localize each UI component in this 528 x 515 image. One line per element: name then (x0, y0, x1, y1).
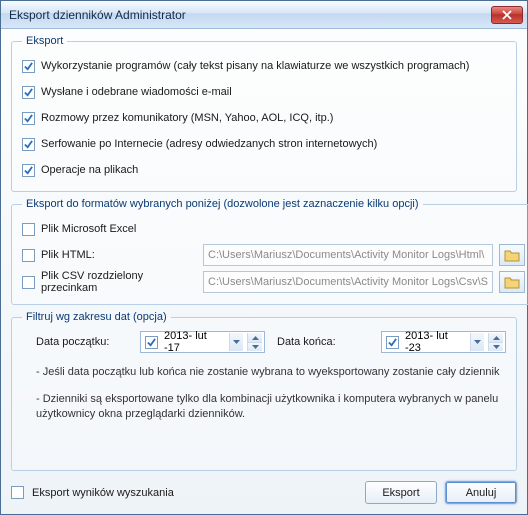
label-html: Plik HTML: (41, 249, 95, 261)
checkbox-export-results[interactable] (11, 486, 24, 499)
label-im: Rozmowy przez komunikatory (MSN, Yahoo, … (41, 112, 333, 124)
row-usage: Wykorzystanie programów (cały tekst pisa… (22, 55, 506, 77)
start-date-field[interactable]: 2013- lut -17 (140, 331, 265, 353)
start-date-up[interactable] (248, 333, 262, 342)
checkbox-csv[interactable] (22, 276, 35, 289)
end-date-label: Data końca: (277, 336, 369, 348)
end-date-up[interactable] (489, 333, 503, 342)
date-note-2: - Dzienniki są eksportowane tylko dla ko… (22, 390, 506, 424)
browse-html-button[interactable] (499, 244, 525, 266)
chevron-down-icon (252, 345, 259, 349)
start-date-spinner (247, 333, 262, 351)
start-date-value: 2013- lut -17 (162, 330, 225, 354)
checkbox-usage[interactable] (22, 60, 35, 73)
chevron-down-icon (233, 340, 240, 344)
window-title: Eksport dzienników Administrator (9, 8, 491, 22)
checkbox-excel[interactable] (22, 223, 35, 236)
chevron-up-icon (493, 336, 500, 340)
folder-icon (504, 275, 520, 289)
group-formats-legend: Eksport do formatów wybranych poniżej (d… (22, 198, 423, 210)
row-html: Plik HTML: C:\Users\Mariusz\Documents\Ac… (22, 244, 525, 266)
label-web: Serfowanie po Internecie (adresy odwiedz… (41, 138, 377, 150)
csv-path-text: C:\Users\Mariusz\Documents\Activity Moni… (208, 276, 488, 288)
group-export-legend: Eksport (22, 35, 67, 47)
group-dates-legend: Filtruj wg zakresu dat (opcja) (22, 311, 171, 323)
chevron-down-icon (474, 340, 481, 344)
group-formats: Eksport do formatów wybranych poniżej (d… (11, 198, 528, 305)
row-files: Operacje na plikach (22, 159, 506, 181)
close-icon (502, 10, 512, 20)
chevron-up-icon (252, 336, 259, 340)
html-path-input[interactable]: C:\Users\Mariusz\Documents\Activity Moni… (203, 244, 493, 266)
start-date-dropdown[interactable] (229, 333, 243, 351)
label-files: Operacje na plikach (41, 164, 138, 176)
group-export: Eksport Wykorzystanie programów (cały te… (11, 35, 517, 192)
export-button[interactable]: Eksport (365, 481, 437, 504)
dialog-body: Eksport Wykorzystanie programów (cały te… (1, 29, 527, 514)
row-im: Rozmowy przez komunikatory (MSN, Yahoo, … (22, 107, 506, 129)
checkbox-email[interactable] (22, 86, 35, 99)
start-date-down[interactable] (248, 342, 262, 351)
csv-path-input[interactable]: C:\Users\Mariusz\Documents\Activity Moni… (203, 271, 493, 293)
group-dates: Filtruj wg zakresu dat (opcja) Data pocz… (11, 311, 517, 471)
row-csv: Plik CSV rozdzielony przecinkam C:\Users… (22, 270, 525, 294)
label-export-results: Eksport wyników wyszukania (32, 487, 174, 499)
label-usage: Wykorzystanie programów (cały tekst pisa… (41, 60, 469, 72)
checkbox-start-date[interactable] (145, 336, 158, 349)
checkbox-files[interactable] (22, 164, 35, 177)
checkbox-im[interactable] (22, 112, 35, 125)
checkbox-html[interactable] (22, 249, 35, 262)
close-button[interactable] (491, 6, 523, 24)
folder-icon (504, 248, 520, 262)
start-date-label: Data początku: (36, 336, 128, 348)
footer: Eksport wyników wyszukania Eksport Anulu… (11, 477, 517, 504)
browse-csv-button[interactable] (499, 271, 525, 293)
chevron-down-icon (493, 345, 500, 349)
row-web: Serfowanie po Internecie (adresy odwiedz… (22, 133, 506, 155)
end-date-dropdown[interactable] (470, 333, 484, 351)
date-row: Data początku: 2013- lut -17 Data końca:… (22, 331, 506, 353)
titlebar: Eksport dzienników Administrator (1, 1, 527, 29)
label-excel: Plik Microsoft Excel (41, 223, 136, 235)
end-date-value: 2013- lut -23 (403, 330, 466, 354)
checkbox-web[interactable] (22, 138, 35, 151)
row-excel: Plik Microsoft Excel (22, 218, 525, 240)
label-email: Wysłane i odebrane wiadomości e-mail (41, 86, 232, 98)
end-date-down[interactable] (489, 342, 503, 351)
row-email: Wysłane i odebrane wiadomości e-mail (22, 81, 506, 103)
date-note-1: - Jeśli data początku lub końca nie zost… (22, 363, 506, 382)
cancel-button[interactable]: Anuluj (445, 481, 517, 504)
end-date-spinner (488, 333, 503, 351)
html-path-text: C:\Users\Mariusz\Documents\Activity Moni… (208, 249, 484, 261)
end-date-field[interactable]: 2013- lut -23 (381, 331, 506, 353)
label-csv: Plik CSV rozdzielony przecinkam (41, 270, 197, 294)
checkbox-end-date[interactable] (386, 336, 399, 349)
dialog-window: Eksport dzienników Administrator Eksport… (0, 0, 528, 515)
